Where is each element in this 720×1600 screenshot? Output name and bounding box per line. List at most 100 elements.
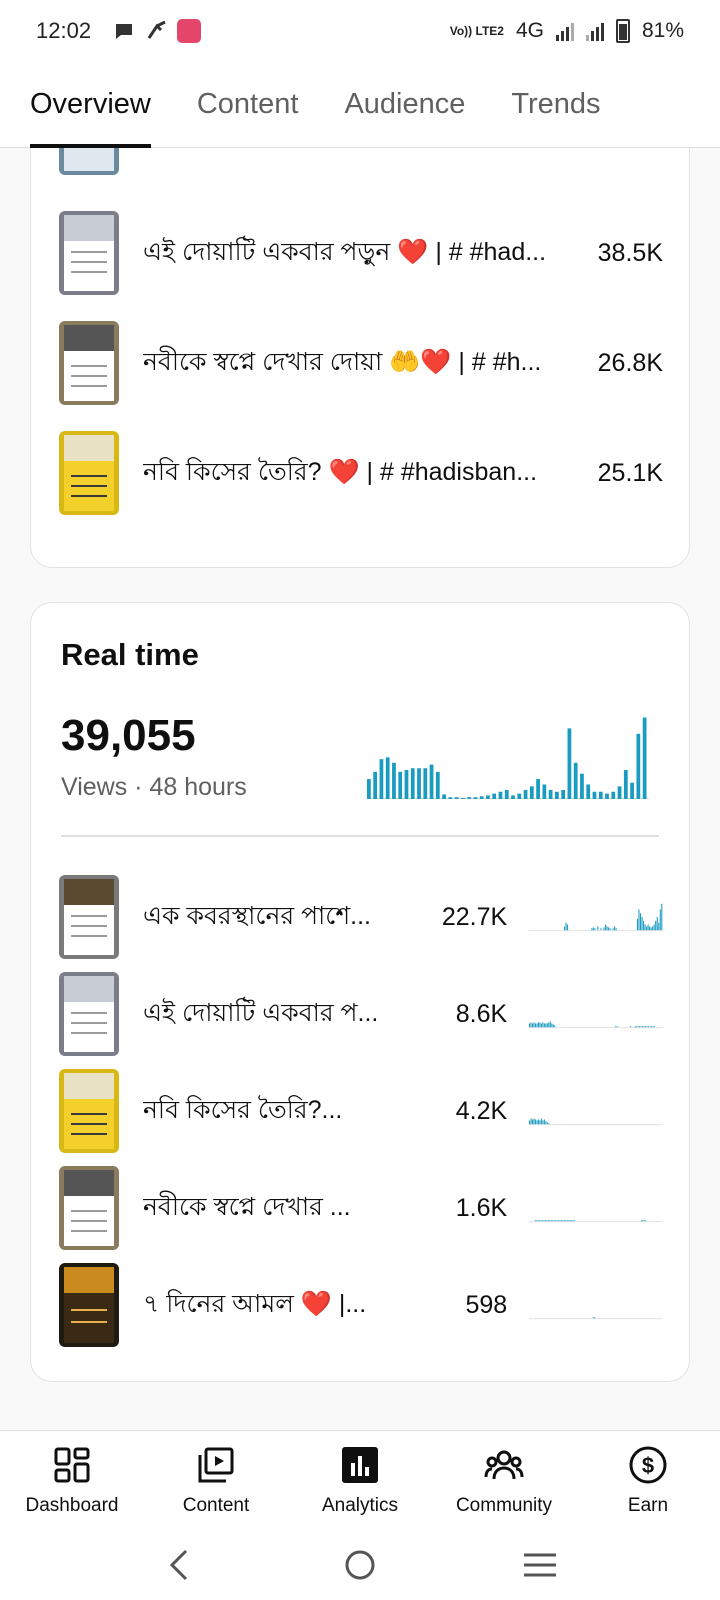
sparkline-bar: [638, 909, 640, 931]
video-thumbnail: [59, 211, 119, 295]
sparkline-bar: [642, 1220, 644, 1222]
back-icon[interactable]: [160, 1545, 200, 1585]
network-type: 4G: [515, 19, 544, 42]
chart-bar: [410, 768, 415, 799]
chart-bar: [392, 762, 396, 799]
sparkline-bar: [535, 1119, 537, 1125]
sparkline-bar: [648, 1026, 650, 1028]
sparkline-bar: [538, 1022, 540, 1028]
nav-dashboard[interactable]: Dashboard: [0, 1431, 144, 1530]
sparkline-bar: [546, 1220, 548, 1222]
chart-bar: [598, 791, 603, 799]
community-icon: [484, 1450, 524, 1480]
video-sparkline: [529, 1118, 663, 1126]
signal-icon: [555, 21, 574, 41]
sparkline-bar: [614, 926, 616, 931]
app-notification-icon: [177, 19, 202, 43]
realtime-video-row[interactable]: নবি কিসের তৈরি?... 4.2K: [59, 1069, 663, 1153]
video-thumbnail: [59, 875, 119, 959]
sparkline-bar: [532, 1119, 534, 1125]
nav-label: Community: [455, 1495, 553, 1516]
chart-bar: [536, 779, 540, 799]
chart-bar: [398, 771, 403, 799]
sparkline-bar: [651, 1026, 653, 1028]
tab-content[interactable]: Content: [197, 62, 299, 148]
sparkline-bar: [539, 1022, 541, 1028]
chart-bar: [517, 793, 522, 799]
nav-analytics[interactable]: Analytics: [288, 1431, 432, 1530]
sparkline-bar: [537, 1220, 539, 1222]
sparkline-bar: [653, 924, 655, 931]
tab-audience[interactable]: Audience: [344, 62, 465, 148]
sparkline-bar: [562, 1220, 564, 1222]
top-content-row[interactable]: নবীকে স্বপ্নে দেখার দোয়া 🤲❤️ | # #h... …: [59, 321, 663, 405]
chart-bar: [561, 789, 566, 799]
chart-bar: [529, 786, 534, 799]
realtime-subtitle: Views · 48 hours: [61, 773, 247, 801]
signal-icon-2: [585, 21, 604, 41]
sparkline-bar: [661, 903, 663, 931]
divider: [61, 835, 659, 837]
nav-content[interactable]: Content: [144, 1431, 288, 1530]
sparkline-bar: [644, 1220, 646, 1222]
sparkline-bar: [535, 1023, 537, 1028]
home-icon[interactable]: [340, 1545, 380, 1585]
tab-trends[interactable]: Trends: [511, 62, 600, 148]
video-sparkline: [529, 1220, 663, 1223]
realtime-video-row[interactable]: এক কবরস্থানের পাশে... 22.7K: [59, 875, 663, 959]
chart-bar: [367, 779, 371, 799]
realtime-video-row[interactable]: এই দোয়াটি একবার প... 8.6K: [59, 972, 663, 1056]
sparkline-bar: [652, 1026, 654, 1028]
chart-bar: [511, 795, 515, 799]
chart-bar: [580, 773, 584, 799]
realtime-video-row[interactable]: নবীকে স্বপ্নে দেখার ... 1.6K: [59, 1166, 663, 1250]
top-content-row-partial[interactable]: [59, 148, 663, 175]
sparkline-bar: [569, 1220, 571, 1222]
sparkline-bar: [608, 927, 610, 931]
sparkline-bar: [548, 1220, 550, 1222]
sparkline-bar: [637, 918, 639, 931]
top-content-row[interactable]: এই দোয়াটি একবার পড়ুন ❤️ | # #had... 38…: [59, 211, 663, 295]
sparkline-bar: [593, 1317, 595, 1319]
battery-icon: [615, 19, 630, 43]
video-sparkline: [529, 1021, 663, 1029]
sparkline-bar: [542, 1120, 544, 1125]
sparkline-bar: [565, 922, 567, 931]
tab-overview[interactable]: Overview: [30, 62, 151, 148]
sparkline-bar: [634, 1026, 636, 1028]
sparkline-bar: [551, 1220, 553, 1222]
sparkline-bar: [568, 1220, 570, 1222]
sparkline-bar: [643, 1026, 645, 1028]
chart-bar: [611, 791, 616, 799]
chart-bar: [498, 791, 503, 799]
sparkline-bar: [547, 1023, 549, 1028]
realtime-video-row[interactable]: ৭ দিনের আমল ❤️ |... 598: [59, 1263, 663, 1347]
chart-bar: [486, 795, 490, 799]
top-content-row[interactable]: নবি কিসের তৈরি? ❤️ | # #hadisban... 25.1…: [59, 431, 663, 515]
nav-earn[interactable]: $ Earn: [576, 1431, 720, 1530]
sparkline-bar: [615, 1026, 617, 1028]
sparkline-bar: [553, 1220, 555, 1222]
video-thumbnail: [59, 1166, 119, 1250]
sparkline-bar: [649, 1026, 651, 1028]
sparkline-bar: [643, 920, 645, 931]
sparkline-bar: [600, 928, 602, 931]
sparkline-bar: [615, 928, 617, 931]
video-thumbnail: [59, 1263, 119, 1347]
sparkline-bar: [649, 926, 651, 931]
scroll-area[interactable]: এই দোয়াটি একবার পড়ুন ❤️ | # #had... 38…: [0, 148, 720, 1430]
battery-level: 81%: [641, 19, 684, 42]
sparkline-bar: [565, 1220, 567, 1222]
top-content-card: এই দোয়াটি একবার পড়ুন ❤️ | # #had... 38…: [30, 148, 690, 568]
menu-icon[interactable]: [520, 1545, 560, 1585]
content-icon: [198, 1447, 234, 1483]
sparkline-bar: [616, 1026, 618, 1028]
sparkline-bar: [594, 1317, 596, 1319]
chart-bar: [404, 770, 409, 799]
nav-community[interactable]: Community: [432, 1431, 576, 1530]
video-title: নবীকে স্বপ্নে দেখার দোয়া 🤲❤️ | # #h...: [143, 347, 542, 376]
chart-bar: [417, 768, 421, 799]
realtime-bar-chart[interactable]: [367, 713, 649, 799]
sparkline-bar: [559, 1220, 561, 1222]
chart-bar: [379, 759, 384, 799]
